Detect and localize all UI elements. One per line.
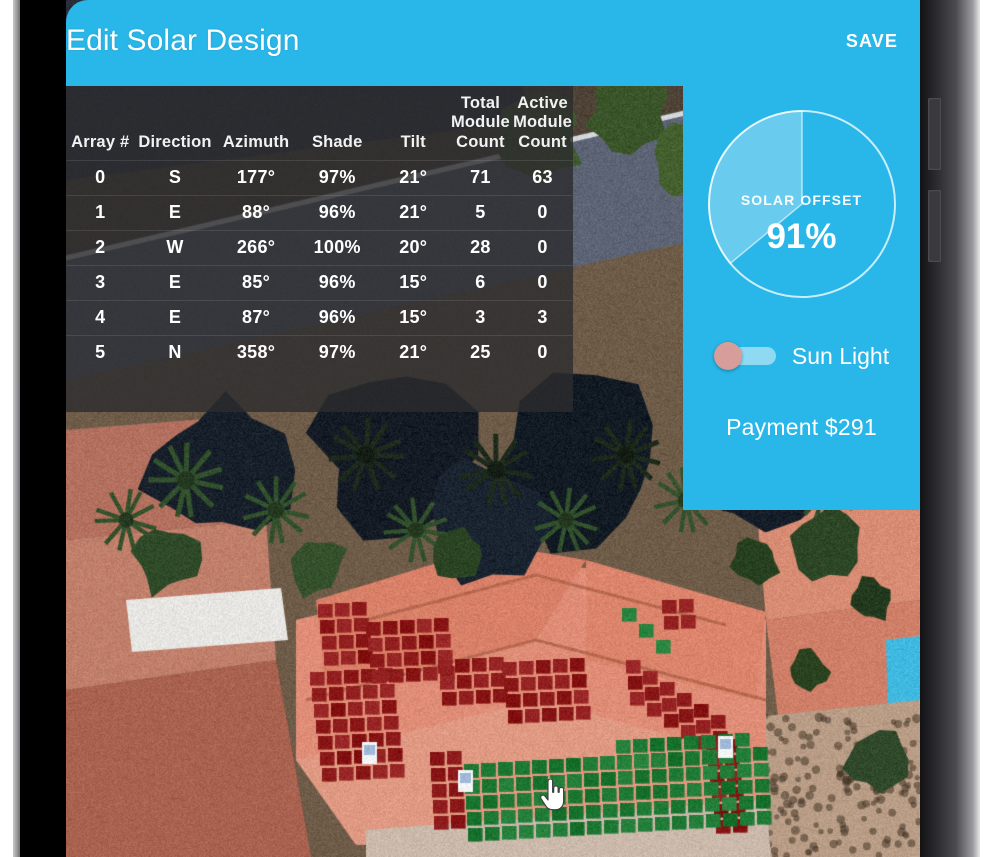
cell-total: 28 bbox=[470, 237, 491, 258]
column-header-index: Array # bbox=[71, 132, 130, 151]
solar-offset-label: SOLAR OFFSET bbox=[740, 192, 863, 208]
solar-offset-value: 91% bbox=[766, 217, 837, 256]
table-row[interactable]: 5 N 358° 97% 21° 25 0 bbox=[66, 335, 573, 371]
toggle-knob[interactable] bbox=[713, 342, 742, 370]
cell-total: 25 bbox=[470, 342, 491, 363]
cell-index: 5 bbox=[95, 342, 106, 363]
cell-index: 3 bbox=[95, 272, 106, 293]
phone-screen: Edit Solar Design SAVE Array # Direction A… bbox=[66, 0, 920, 857]
save-button[interactable]: SAVE bbox=[846, 31, 898, 52]
array-summary-table-panel: Array # Direction Azimuth Shade Tilt Total Mod… bbox=[66, 86, 573, 412]
solar-summary-panel: SOLAR OFFSET 91% Sun Light Payment $291 bbox=[683, 86, 920, 510]
cell-shade: 100% bbox=[313, 237, 361, 258]
cell-index: 4 bbox=[95, 307, 106, 328]
column-header-dir: Direction bbox=[138, 132, 212, 151]
cell-active: 0 bbox=[537, 342, 548, 363]
cell-dir: E bbox=[168, 272, 182, 293]
cell-azimuth: 85° bbox=[242, 272, 271, 293]
cell-shade: 96% bbox=[318, 202, 356, 223]
sun-light-label: Sun Light bbox=[791, 342, 890, 369]
sun-light-row: Sun Light bbox=[713, 342, 890, 370]
cell-total: 5 bbox=[475, 202, 486, 223]
page-title: Edit Solar Design bbox=[66, 24, 300, 57]
cell-tilt: 15° bbox=[399, 272, 428, 293]
cell-active: 63 bbox=[532, 167, 553, 188]
solar-offset-pie-chart: SOLAR OFFSET 91% bbox=[702, 104, 902, 304]
sun-light-toggle[interactable] bbox=[713, 342, 776, 370]
table-row[interactable]: 3 E 85° 96% 15° 6 0 bbox=[66, 265, 573, 301]
cell-shade: 97% bbox=[318, 167, 356, 188]
cell-dir: S bbox=[168, 167, 182, 188]
table-body: 0 S 177° 97% 21° 71 63 1 E 88° 96% 21° 5 0 2 W 266° 100% 2… bbox=[66, 160, 573, 371]
table-row[interactable]: 4 E 87° 96% 15° 3 3 bbox=[66, 300, 573, 336]
cell-azimuth: 266° bbox=[236, 237, 276, 258]
cell-dir: W bbox=[166, 237, 184, 258]
cell-tilt: 21° bbox=[399, 167, 428, 188]
cell-tilt: 15° bbox=[399, 307, 428, 328]
cell-active: 0 bbox=[537, 272, 548, 293]
cell-total: 6 bbox=[475, 272, 486, 293]
cell-azimuth: 358° bbox=[236, 342, 276, 363]
column-header-azimuth: Azimuth bbox=[222, 132, 290, 151]
cell-active: 0 bbox=[537, 237, 548, 258]
column-header-tilt: Tilt bbox=[400, 132, 426, 151]
cell-index: 1 bbox=[95, 202, 106, 223]
cell-shade: 96% bbox=[318, 272, 356, 293]
table-header-row: Array # Direction Azimuth Shade Tilt Total Mod… bbox=[66, 92, 573, 161]
cell-dir: E bbox=[168, 307, 182, 328]
cell-dir: E bbox=[168, 202, 182, 223]
page-background-right bbox=[980, 0, 1000, 857]
table-row[interactable]: 0 S 177° 97% 21° 71 63 bbox=[66, 160, 573, 196]
cell-tilt: 21° bbox=[399, 342, 428, 363]
cell-total: 3 bbox=[475, 307, 486, 328]
cell-shade: 96% bbox=[318, 307, 356, 328]
cell-azimuth: 87° bbox=[242, 307, 271, 328]
cell-index: 2 bbox=[95, 237, 106, 258]
cell-active: 3 bbox=[537, 307, 548, 328]
column-header-total: Total Module Count bbox=[450, 94, 510, 151]
cell-tilt: 20° bbox=[399, 237, 428, 258]
page-background-left bbox=[0, 0, 14, 857]
cell-azimuth: 177° bbox=[236, 167, 276, 188]
cell-dir: N bbox=[168, 342, 182, 363]
column-header-active: Active Module Count bbox=[513, 94, 573, 151]
table-row[interactable]: 2 W 266° 100% 20° 28 0 bbox=[66, 230, 573, 266]
cell-total: 71 bbox=[470, 167, 491, 188]
array-table: Array # Direction Azimuth Shade Tilt Total Mod… bbox=[66, 92, 573, 370]
cell-azimuth: 88° bbox=[242, 202, 271, 223]
column-header-shade: Shade bbox=[311, 132, 363, 151]
cell-active: 0 bbox=[537, 202, 548, 223]
app-header-bar: Edit Solar Design SAVE bbox=[66, 0, 920, 86]
volume-up-button[interactable] bbox=[928, 98, 941, 170]
volume-down-button[interactable] bbox=[928, 190, 941, 262]
payment-amount: Payment $291 bbox=[726, 414, 877, 440]
cell-shade: 97% bbox=[318, 342, 356, 363]
cell-index: 0 bbox=[95, 167, 106, 188]
cell-tilt: 21° bbox=[399, 202, 428, 223]
table-row[interactable]: 1 E 88° 96% 21° 5 0 bbox=[66, 195, 573, 231]
